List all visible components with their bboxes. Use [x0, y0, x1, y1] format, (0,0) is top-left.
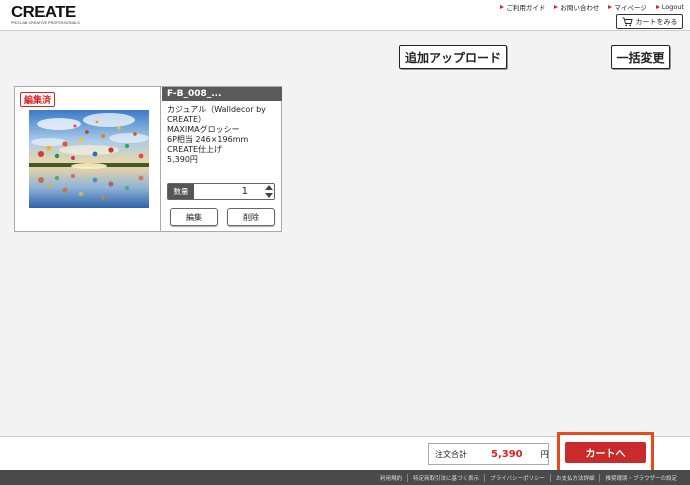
item-thumbnail[interactable]	[29, 110, 149, 208]
item-spec-line: CREATE仕上げ	[167, 145, 222, 154]
red-triangle-icon	[655, 5, 660, 9]
top-link-label: ご利用ガイド	[506, 4, 546, 12]
create-logo[interactable]: CREATE PRO-LAB CREATIVE PROFESSIONALS	[11, 5, 81, 26]
top-link-contact[interactable]: お問い合わせ	[554, 2, 599, 12]
cart-icon	[622, 17, 633, 27]
order-total-value: 5,390	[491, 448, 523, 460]
red-triangle-icon	[554, 5, 559, 9]
logo-text: CREATE	[11, 4, 76, 21]
delete-button[interactable]: 削除	[227, 208, 275, 226]
item-description: カジュアル（Walldecor by CREATE） MAXIMAグロッシー 6…	[162, 101, 282, 165]
edited-badge: 編集済	[20, 92, 56, 107]
item-price: 5,390円	[167, 155, 198, 164]
item-details: F-B_008_... カジュアル（Walldecor by CREATE） M…	[162, 87, 282, 231]
add-upload-button[interactable]: 追加アップロード	[399, 45, 507, 69]
item-spec-line: MAXIMAグロッシー	[167, 125, 240, 134]
arrow-down-icon[interactable]	[264, 193, 273, 198]
footer-link-privacy[interactable]: プライバシーポリシー	[484, 473, 550, 482]
top-link-label: マイページ	[614, 4, 647, 12]
order-total: 注文合計 5,390 円	[428, 443, 549, 465]
view-cart-button[interactable]: カートをみる	[616, 14, 683, 29]
order-total-label: 注文合計	[435, 449, 467, 459]
footer-link-payment[interactable]: お支払方法詳細	[549, 473, 600, 482]
item-spec-line: カジュアル（Walldecor by	[167, 105, 266, 114]
bulk-change-button[interactable]: 一括変更	[611, 45, 670, 69]
red-triangle-icon	[500, 5, 505, 9]
header: CREATE PRO-LAB CREATIVE PROFESSIONALS ご利…	[0, 0, 690, 31]
go-to-cart-button[interactable]: カートへ	[565, 442, 646, 463]
footer-link-environment[interactable]: 推奨環境・ブラウザーの設定	[599, 473, 682, 482]
top-link-label: お問い合わせ	[560, 4, 600, 12]
quantity-label: 数量	[168, 184, 194, 199]
footer-link-terms[interactable]: 利用規約	[375, 474, 407, 482]
quantity-input[interactable]: 1	[194, 184, 274, 199]
item-title: F-B_008_...	[162, 87, 282, 101]
quantity-stepper: 数量 1	[167, 183, 275, 200]
footer: 利用規約 特定商取引法に基づく表示 プライバシーポリシー お支払方法詳細 推奨環…	[0, 470, 690, 485]
view-cart-label: カートをみる	[635, 17, 678, 26]
item-spec-line: 6P相当 246×196mm	[167, 135, 249, 144]
item-preview: 編集済	[15, 87, 161, 231]
item-spec-line: CREATE）	[167, 115, 206, 124]
red-triangle-icon	[608, 5, 613, 9]
edit-button[interactable]: 編集	[170, 208, 218, 226]
logo-tagline: PRO-LAB CREATIVE PROFESSIONALS	[11, 21, 80, 25]
quantity-arrows	[264, 185, 273, 198]
top-link-label: Logout	[661, 3, 684, 11]
checkout-highlight: カートへ	[557, 432, 654, 475]
footer-link-commerce-act[interactable]: 特定商取引法に基づく表示	[407, 473, 484, 482]
top-link-logout[interactable]: Logout	[655, 2, 684, 12]
top-link-guide[interactable]: ご利用ガイド	[500, 2, 545, 12]
top-links: ご利用ガイド お問い合わせ マイページ Logout	[500, 2, 684, 12]
cart-item-card: 編集済 F-B_008_... カジュアル（Walldecor by CREAT…	[14, 86, 282, 232]
top-link-mypage[interactable]: マイページ	[608, 2, 647, 12]
order-total-unit: 円	[540, 449, 549, 459]
arrow-up-icon[interactable]	[264, 185, 273, 190]
